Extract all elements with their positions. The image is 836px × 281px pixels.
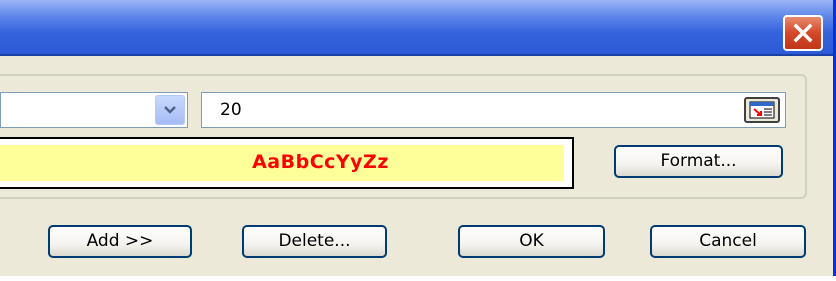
chevron-down-icon [164,106,176,114]
cell-picker-button[interactable] [744,97,780,123]
preview-swatch: AaBbCcYyZz [0,145,564,181]
delete-button[interactable]: Delete... [242,225,387,258]
conditional-format-dialog: 20 AaBbCcYyZz Format... Add >> Delete...… [0,0,836,276]
cell-picker-icon [749,101,775,119]
condition-value: 20 [220,100,242,120]
ok-button[interactable]: OK [458,225,605,258]
close-icon [793,23,813,43]
format-button[interactable]: Format... [614,145,783,178]
page-background [0,276,836,281]
close-button[interactable] [783,15,823,51]
add-button[interactable]: Add >> [48,225,192,258]
title-bar [0,0,833,56]
condition-value-field[interactable]: 20 [201,92,786,128]
preview-sample-text: AaBbCcYyZz [252,151,389,173]
cancel-button[interactable]: Cancel [650,225,806,258]
combo-dropdown-button[interactable] [155,95,185,125]
format-preview: AaBbCcYyZz [0,137,574,189]
operator-combo[interactable] [0,92,188,128]
